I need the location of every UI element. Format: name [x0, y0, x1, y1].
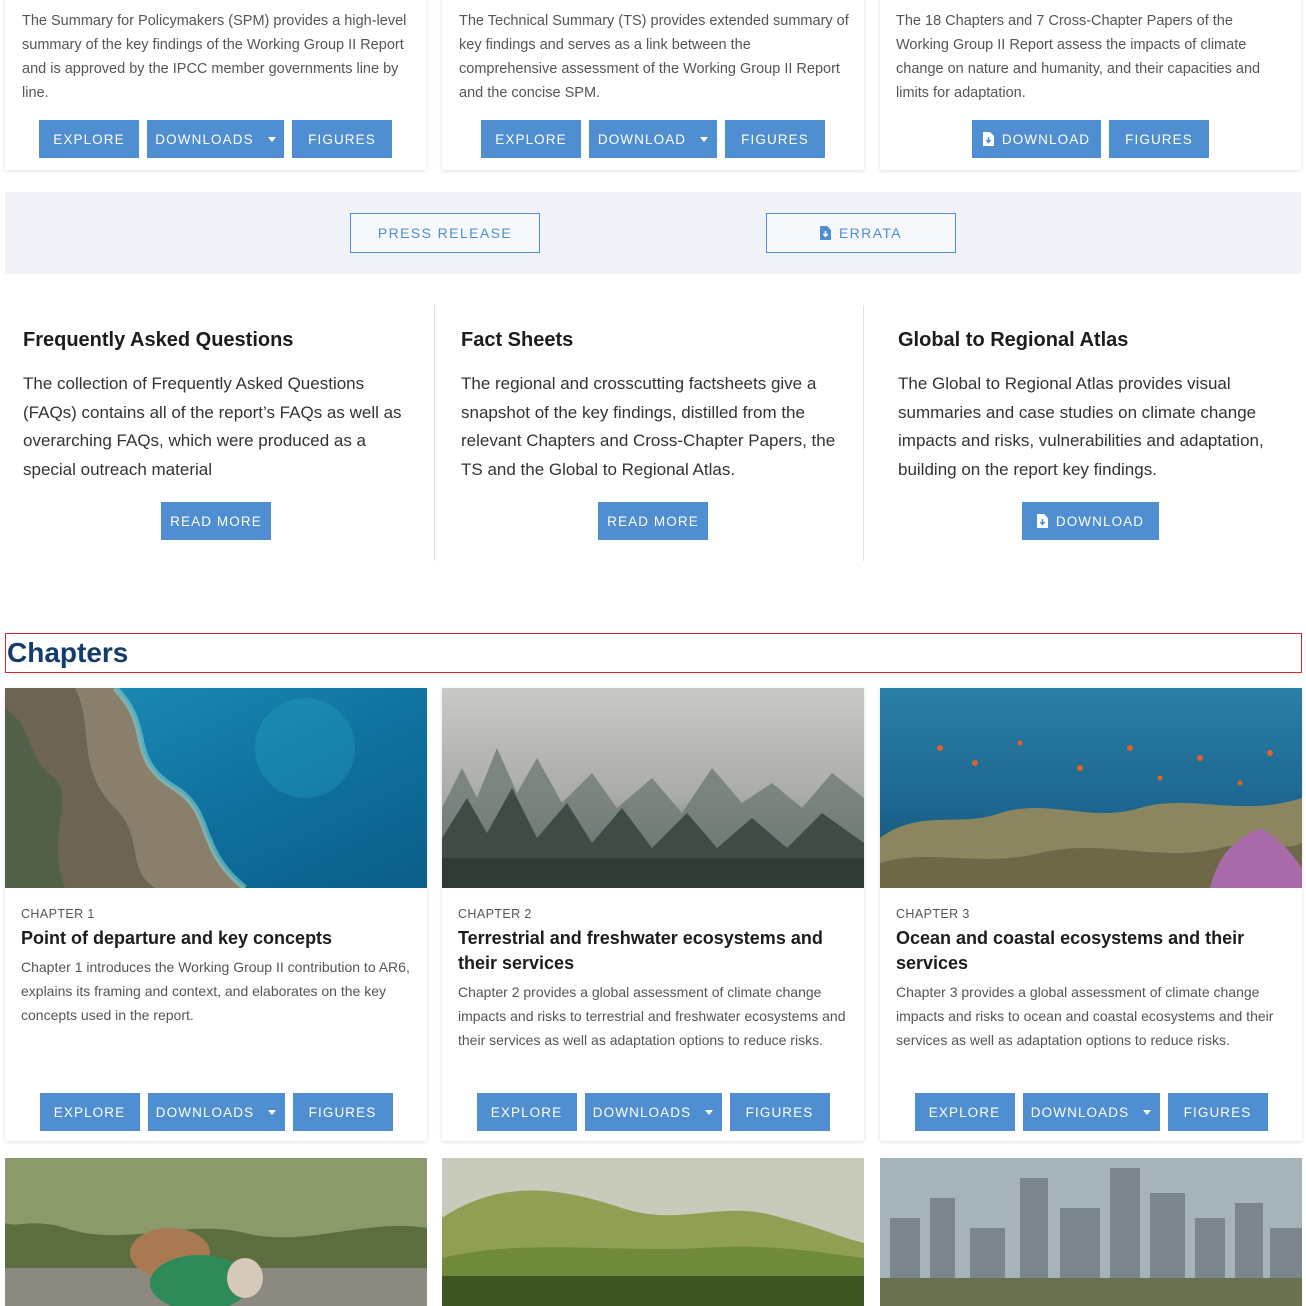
chapter-3-figures-button[interactable]: FIGURES: [1167, 1093, 1268, 1131]
chapter-title[interactable]: Point of departure and key concepts: [21, 926, 411, 951]
caret-down-icon: [267, 136, 276, 142]
file-download-icon: [1036, 514, 1048, 528]
chapter-card-1: CHAPTER 1 Point of departure and key con…: [5, 688, 427, 1141]
ts-figures-button[interactable]: FIGURES: [725, 120, 825, 158]
caret-down-icon: [700, 136, 709, 142]
faq-text: The collection of Frequently Asked Quest…: [23, 374, 402, 479]
chapter-description: Chapter 2 provides a global assessment o…: [458, 984, 846, 1048]
caret-down-icon: [268, 1109, 277, 1115]
chapter-2-image[interactable]: [442, 688, 864, 888]
caret-down-icon: [705, 1109, 714, 1115]
chapters-heading: Chapters: [5, 633, 1302, 673]
chapter-2-downloads-button[interactable]: DOWNLOADS: [584, 1093, 722, 1131]
chapter-1-image[interactable]: [5, 688, 427, 888]
press-release-button[interactable]: PRESS RELEASE: [350, 213, 540, 253]
fact-sheets-text: The regional and crosscutting factsheets…: [461, 374, 836, 479]
chapter-5-image[interactable]: [442, 1158, 864, 1306]
chapter-4-image[interactable]: [5, 1158, 427, 1306]
full-report-figures-button[interactable]: FIGURES: [1109, 120, 1209, 158]
full-report-description: The 18 Chapters and 7 Cross-Chapter Pape…: [896, 13, 1261, 101]
spm-figures-button[interactable]: FIGURES: [292, 120, 392, 158]
ts-card: The Technical Summary (TS) provides exte…: [442, 0, 864, 170]
chapter-1-explore-button[interactable]: EXPLORE: [39, 1093, 140, 1131]
file-download-icon: [982, 132, 994, 146]
chapter-3-downloads-button[interactable]: DOWNLOADS: [1022, 1093, 1160, 1131]
chapter-description: Chapter 3 provides a global assessment o…: [896, 984, 1274, 1048]
chapter-card-2: CHAPTER 2 Terrestrial and freshwater eco…: [442, 688, 864, 1141]
chapter-card-3: CHAPTER 3 Ocean and coastal ecosystems a…: [880, 688, 1302, 1141]
chapter-label: CHAPTER 3: [896, 907, 970, 921]
fact-sheets-read-more-button[interactable]: READ MORE: [598, 502, 708, 540]
chapter-title[interactable]: Ocean and coastal ecosystems and their s…: [896, 926, 1286, 976]
spm-explore-button[interactable]: EXPLORE: [39, 120, 139, 158]
chapter-6-image[interactable]: [880, 1158, 1302, 1306]
caret-down-icon: [1143, 1109, 1152, 1115]
chapter-2-explore-button[interactable]: EXPLORE: [476, 1093, 577, 1131]
atlas-title: Global to Regional Atlas: [898, 329, 1129, 351]
chapter-1-downloads-button[interactable]: DOWNLOADS: [147, 1093, 285, 1131]
chapter-label: CHAPTER 2: [458, 907, 532, 921]
ts-download-button[interactable]: DOWNLOAD: [589, 120, 717, 158]
chapter-2-figures-button[interactable]: FIGURES: [729, 1093, 830, 1131]
column-divider: [863, 305, 864, 561]
file-download-icon: [819, 226, 831, 240]
faq-read-more-button[interactable]: READ MORE: [161, 502, 271, 540]
chapter-label: CHAPTER 1: [21, 907, 95, 921]
column-divider: [434, 305, 435, 561]
chapter-3-explore-button[interactable]: EXPLORE: [914, 1093, 1015, 1131]
chapter-1-figures-button[interactable]: FIGURES: [292, 1093, 393, 1131]
ts-explore-button[interactable]: EXPLORE: [481, 120, 581, 158]
fact-sheets-title: Fact Sheets: [461, 329, 574, 351]
chapter-3-image[interactable]: [880, 688, 1302, 888]
errata-button[interactable]: ERRATA: [766, 213, 956, 253]
atlas-text: The Global to Regional Atlas provides vi…: [898, 374, 1264, 479]
ts-description: The Technical Summary (TS) provides exte…: [459, 13, 849, 101]
full-report-download-button[interactable]: DOWNLOAD: [972, 120, 1101, 158]
full-report-card: The 18 Chapters and 7 Cross-Chapter Pape…: [880, 0, 1301, 170]
spm-card: The Summary for Policymakers (SPM) provi…: [5, 0, 426, 170]
faq-title: Frequently Asked Questions: [23, 329, 294, 351]
chapter-title[interactable]: Terrestrial and freshwater ecosystems an…: [458, 926, 848, 976]
spm-downloads-button[interactable]: DOWNLOADS: [147, 120, 284, 158]
links-band: PRESS RELEASE ERRATA: [5, 192, 1301, 274]
atlas-download-button[interactable]: DOWNLOAD: [1022, 502, 1159, 540]
chapter-description: Chapter 1 introduces the Working Group I…: [21, 959, 410, 1023]
spm-description: The Summary for Policymakers (SPM) provi…: [22, 13, 407, 101]
